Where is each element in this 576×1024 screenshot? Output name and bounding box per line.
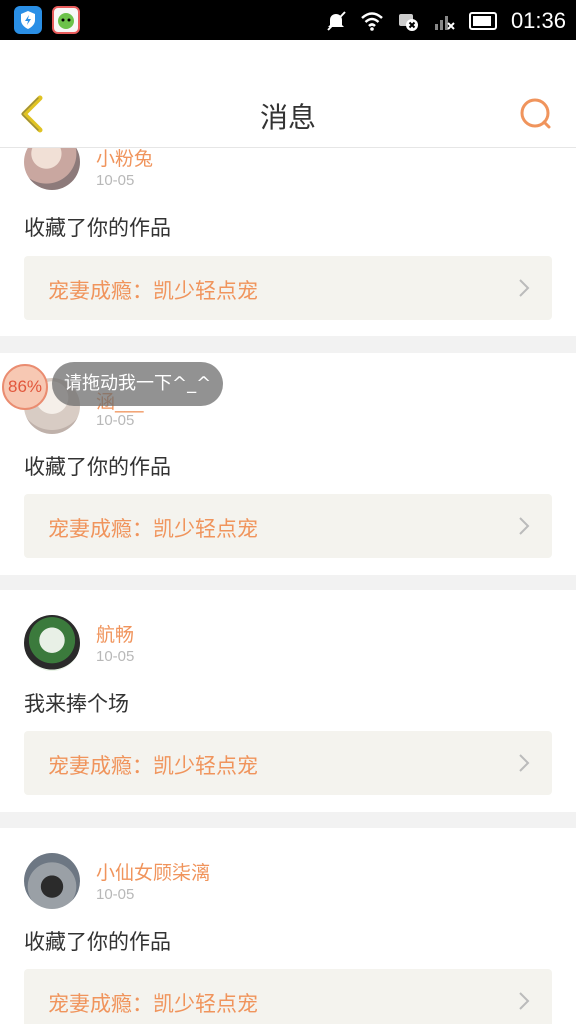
- top-spacer: [0, 40, 576, 80]
- floating-drag-tip: 请拖动我一下^_^: [52, 362, 224, 406]
- message-text: 收藏了你的作品: [24, 216, 171, 240]
- message-date: 10-05: [96, 648, 135, 665]
- avatar[interactable]: [24, 148, 80, 190]
- list-item: 航畅 10-05 我来捧个场 宠妻成瘾：凯少轻点宠: [0, 590, 576, 812]
- work-title: 宠妻成瘾：凯少轻点宠: [48, 279, 258, 303]
- message-list[interactable]: 小粉兔 10-05 收藏了你的作品 宠妻成瘾：凯少轻点宠 涵___ 10-05 …: [0, 148, 576, 1024]
- search-icon[interactable]: [516, 94, 556, 134]
- message-text: 收藏了你的作品: [24, 455, 171, 479]
- work-link[interactable]: 宠妻成瘾：凯少轻点宠: [24, 494, 552, 558]
- list-item: 小粉兔 10-05 收藏了你的作品 宠妻成瘾：凯少轻点宠: [0, 148, 576, 336]
- status-bar: 01:36: [0, 0, 576, 40]
- message-text: 我来捧个场: [24, 692, 129, 716]
- shield-app-icon: [14, 6, 42, 34]
- work-link[interactable]: 宠妻成瘾：凯少轻点宠: [24, 969, 552, 1024]
- mute-icon: [327, 11, 346, 31]
- chevron-right-icon: [519, 279, 530, 297]
- nav-bar: 消息: [0, 80, 576, 148]
- work-title: 宠妻成瘾：凯少轻点宠: [48, 754, 258, 778]
- floating-progress-widget[interactable]: 86%: [2, 364, 48, 410]
- avatar[interactable]: [24, 853, 80, 909]
- work-title: 宠妻成瘾：凯少轻点宠: [48, 517, 258, 541]
- list-item: 小仙女顾柒漓 10-05 收藏了你的作品 宠妻成瘾：凯少轻点宠: [0, 828, 576, 1024]
- chevron-right-icon: [519, 754, 530, 772]
- message-date: 10-05: [96, 886, 135, 903]
- status-time: 01:36: [510, 8, 566, 33]
- wifi-icon: [361, 12, 383, 31]
- data-off-icon: [398, 14, 418, 31]
- chevron-right-icon: [519, 992, 530, 1010]
- username[interactable]: 小粉兔: [96, 148, 153, 171]
- username[interactable]: 航畅: [96, 620, 134, 647]
- username[interactable]: 小仙女顾柒漓: [96, 858, 210, 885]
- chevron-right-icon: [519, 517, 530, 535]
- avatar[interactable]: [24, 615, 80, 671]
- game-app-icon: [52, 6, 80, 34]
- signal-icon: [434, 16, 455, 30]
- message-text: 收藏了你的作品: [24, 930, 171, 954]
- work-link[interactable]: 宠妻成瘾：凯少轻点宠: [24, 731, 552, 795]
- work-title: 宠妻成瘾：凯少轻点宠: [48, 992, 258, 1016]
- message-date: 10-05: [96, 172, 135, 189]
- battery-icon: [468, 12, 497, 30]
- message-date: 10-05: [96, 412, 135, 429]
- page-title: 消息: [259, 101, 316, 134]
- work-link[interactable]: 宠妻成瘾：凯少轻点宠: [24, 256, 552, 320]
